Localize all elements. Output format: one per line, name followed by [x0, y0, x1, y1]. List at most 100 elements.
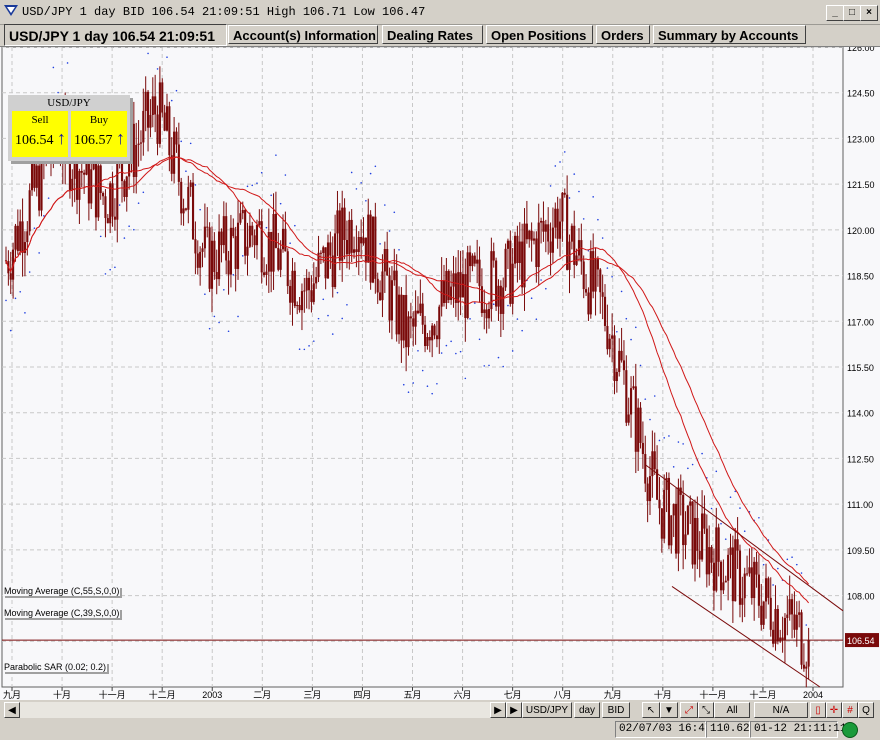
candle-body	[123, 181, 126, 197]
scroll-left-button[interactable]: ◀	[4, 702, 20, 718]
title-bar: USD/JPY 1 day BID 106.54 21:09:51 High 1…	[0, 0, 880, 25]
indicator-label-ma39[interactable]: Moving Average (C,39,S,0,0)	[3, 608, 121, 618]
candle-type-button[interactable]: ▯	[810, 702, 826, 718]
sar-dot	[218, 321, 220, 324]
sar-dot	[180, 140, 183, 143]
candle-body	[426, 337, 429, 347]
x-tick-label: 二月	[253, 690, 271, 700]
sar-dot	[639, 364, 642, 367]
buy-box[interactable]: Buy 106.57 ↑	[71, 111, 127, 157]
candle-body	[506, 240, 510, 249]
candle-body	[239, 213, 242, 223]
tab-orders[interactable]: Orders	[596, 25, 650, 44]
candle-body	[263, 272, 266, 275]
candle-body	[397, 294, 401, 335]
sar-dot	[223, 289, 225, 291]
indicator-label-sar[interactable]: Parabolic SAR (0.02; 0.2)	[3, 662, 108, 672]
candle-body	[601, 292, 604, 297]
period-button[interactable]: day	[574, 702, 600, 718]
sar-dot	[208, 327, 211, 330]
candle-body	[746, 573, 749, 575]
candle-body	[502, 287, 505, 314]
sar-dot	[52, 66, 55, 69]
candle-body	[234, 236, 237, 269]
y-tick-label: 114.00	[847, 409, 874, 419]
tab-account-information[interactable]: Account(s) Information	[228, 25, 378, 44]
y-tick-label: 108.00	[847, 592, 875, 602]
zoom-in-button[interactable]: ⤢	[680, 702, 698, 718]
symbol-button[interactable]: USD/JPY	[522, 702, 572, 718]
sar-dot	[710, 507, 713, 510]
play-button[interactable]: ▶	[506, 702, 522, 718]
sar-dot	[114, 266, 116, 269]
app-logo-icon	[4, 5, 18, 16]
sar-dot	[663, 437, 666, 439]
candle-body	[151, 96, 154, 115]
candle-body	[779, 637, 782, 642]
candle-body	[741, 598, 744, 605]
candle-body	[736, 539, 739, 551]
candle-body	[461, 274, 465, 298]
sar-dot	[649, 418, 651, 421]
indicator-label-ma55[interactable]: Moving Average (C,55,S,0,0)	[3, 586, 121, 596]
candle-body	[163, 112, 166, 131]
candle-body	[109, 183, 112, 224]
scroll-right-button[interactable]: ▶	[490, 702, 506, 718]
sar-dot	[43, 215, 45, 217]
y-tick-label: 124.50	[847, 89, 875, 99]
candle-body	[30, 161, 34, 191]
sar-dot	[758, 516, 760, 519]
close-button[interactable]: ×	[860, 5, 878, 21]
candle-body	[35, 165, 38, 188]
x-tick-label: 十一月	[699, 689, 726, 700]
sar-dot	[232, 273, 235, 276]
maximize-button[interactable]: □	[843, 5, 861, 21]
sar-dot	[421, 369, 424, 372]
sar-dot	[445, 344, 448, 347]
zoom-out-button[interactable]: ⤡	[698, 702, 714, 718]
crosshair-button[interactable]: ✛	[826, 702, 842, 718]
x-tick-label: 2004	[803, 690, 823, 700]
candle-body	[653, 451, 656, 470]
candle-body	[334, 233, 337, 288]
y-tick-label: 120.00	[847, 226, 875, 236]
chart-scrollbar[interactable]	[20, 702, 496, 718]
x-tick-label: 七月	[504, 690, 522, 700]
grid-button[interactable]: #	[842, 702, 858, 718]
candle-body	[97, 165, 100, 218]
sar-dot	[374, 165, 377, 168]
x-tick-label: 六月	[454, 689, 472, 700]
sar-dot	[185, 170, 187, 173]
candle-body	[210, 240, 214, 289]
candle-body	[241, 209, 244, 214]
price-chart[interactable]: 126.00 124.50 123.00 121.50 120.00 118.50 117.…	[0, 47, 880, 701]
sar-dot	[459, 350, 462, 353]
sar-dot	[369, 172, 372, 175]
tab-dealing-rates[interactable]: Dealing Rates	[382, 25, 483, 44]
candle-body	[220, 231, 223, 246]
candle-body	[357, 237, 360, 253]
candle-body	[738, 550, 742, 605]
candle-body	[772, 629, 775, 644]
sar-dot	[469, 318, 471, 320]
tab-summary-by-accounts[interactable]: Summary by Accounts	[653, 25, 806, 44]
na-button[interactable]: N/A	[754, 702, 808, 718]
minimize-button[interactable]: _	[826, 5, 844, 21]
sar-dot	[724, 538, 727, 540]
sar-dot	[308, 345, 310, 347]
candle-body	[672, 503, 675, 516]
candle-body	[734, 539, 737, 602]
all-button[interactable]: All	[714, 702, 750, 718]
buy-arrow-icon: ↑	[116, 128, 125, 148]
chart-area[interactable]: 126.00 124.50 123.00 121.50 120.00 118.50 117.…	[0, 46, 880, 701]
sar-dot	[384, 204, 386, 206]
tab-open-positions[interactable]: Open Positions	[486, 25, 593, 44]
tab-chart[interactable]: USD/JPY 1 day 106.54 21:09:51	[4, 24, 227, 46]
magnifier-button[interactable]: Q	[858, 702, 874, 718]
side-button[interactable]: BID	[602, 702, 630, 718]
sar-dot	[426, 385, 429, 388]
sell-box[interactable]: Sell 106.54 ↑	[12, 111, 68, 157]
cursor-tool-button[interactable]: ↖	[642, 702, 660, 718]
dropdown-button[interactable]: ▼	[660, 702, 678, 718]
candle-body	[352, 249, 356, 253]
